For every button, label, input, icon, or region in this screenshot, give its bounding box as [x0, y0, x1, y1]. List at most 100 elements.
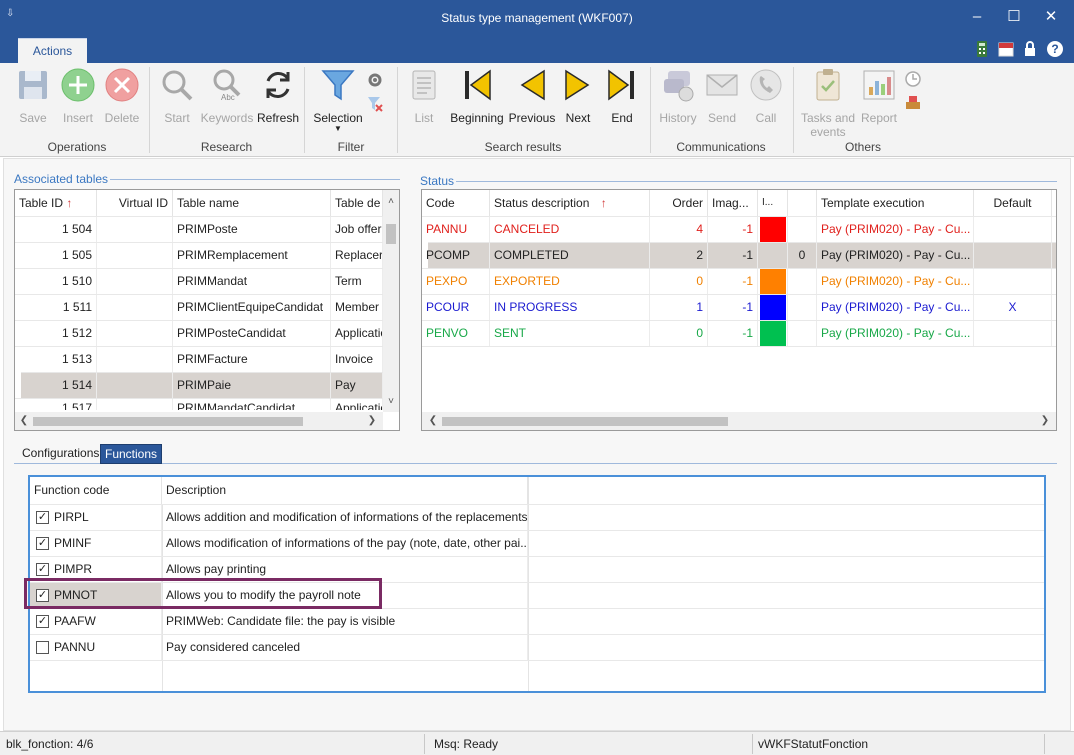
title-bar: ⇩ Status type management (WKF007) – ☐ ✕: [0, 0, 1074, 36]
function-row[interactable]: ✓ PIRPL Allows addition and modification o…: [30, 504, 1044, 530]
function-checkbox[interactable]: ✓: [36, 511, 49, 524]
status-row[interactable]: PENVO SENT 0 -1 Pay (PRIM020) - Pay - Cu...: [422, 320, 1056, 346]
table-row[interactable]: 1 510 PRIMMandat Term: [15, 268, 383, 294]
scroll-left-arrow[interactable]: ❮: [17, 415, 31, 426]
status-cell-desc: SENT: [490, 321, 650, 346]
scroll-thumb[interactable]: [33, 417, 303, 426]
help-icon[interactable]: ?: [1046, 40, 1064, 58]
col-table-description[interactable]: Table de: [331, 190, 383, 216]
table-row[interactable]: 1 504 PRIMPoste Job offer: [15, 216, 383, 242]
delete-button[interactable]: Delete: [102, 67, 142, 125]
status-cell-code: PEXPO: [422, 269, 490, 294]
associated-tables-title: Associated tables: [12, 172, 111, 186]
scroll-thumb[interactable]: [386, 224, 396, 244]
next-button[interactable]: Next: [560, 67, 596, 125]
status-view-name: vWKFStatutFonction: [758, 737, 869, 751]
clear-filter-icon[interactable]: [366, 95, 384, 113]
call-button[interactable]: Call: [748, 67, 784, 125]
function-checkbox[interactable]: [36, 641, 49, 654]
table-row[interactable]: 1 511 PRIMClientEquipeCandidat Member: [15, 294, 383, 320]
scroll-left-arrow[interactable]: ❮: [426, 415, 440, 426]
status-row[interactable]: PANNU CANCELED 4 -1 Pay (PRIM020) - Pay - Cu…: [422, 216, 1056, 242]
function-checkbox[interactable]: ✓: [36, 563, 49, 576]
tab-functions[interactable]: Functions: [100, 444, 163, 464]
function-code-cell: ✓ PIRPL: [30, 505, 162, 530]
status-cell-order: 4: [650, 217, 708, 242]
col-template-execution[interactable]: Template execution: [817, 190, 974, 216]
status-row[interactable]: PEXPO EXPORTED 0 -1 Pay (PRIM020) - Pay - Cu…: [422, 268, 1056, 294]
col-code[interactable]: Code: [422, 190, 490, 216]
list-button[interactable]: List: [406, 67, 442, 125]
col-table-name[interactable]: Table name: [173, 190, 331, 216]
function-checkbox[interactable]: ✓: [36, 615, 49, 628]
col-blank[interactable]: [788, 190, 817, 216]
inbox-tray-icon[interactable]: [904, 93, 922, 111]
function-row[interactable]: ✓ PMINF Allows modification of information…: [30, 530, 1044, 556]
calendar-icon[interactable]: [997, 40, 1015, 58]
col-table-id[interactable]: Table ID ↑: [15, 190, 97, 216]
function-row[interactable]: PANNU Pay considered canceled: [30, 634, 1044, 660]
clock-icon[interactable]: [904, 70, 922, 88]
refresh-button[interactable]: Refresh: [256, 67, 300, 125]
function-code: PMINF: [54, 536, 92, 550]
table-row-selected[interactable]: 1 514 PRIMPaie Pay: [21, 372, 383, 398]
keywords-button[interactable]: Abc Keywords: [200, 67, 254, 125]
save-button[interactable]: Save: [14, 67, 52, 125]
sort-asc-icon: ↑: [66, 196, 73, 210]
group-operations-label: Operations: [47, 140, 107, 154]
status-row-selected[interactable]: PCOMP COMPLETED 2 -1 0 Pay (PRIM020) - Pay - …: [426, 242, 1056, 268]
table-row[interactable]: 1 505 PRIMRemplacement Replacer: [15, 242, 383, 268]
scroll-up-arrow[interactable]: ˄: [384, 196, 398, 207]
col-order[interactable]: Order: [650, 190, 708, 216]
end-button[interactable]: End: [603, 67, 641, 125]
horizontal-scrollbar[interactable]: ❮ ❯: [422, 412, 1056, 430]
col-default[interactable]: Default: [974, 190, 1052, 216]
vertical-scrollbar[interactable]: ˄ ˅: [383, 190, 399, 412]
scroll-right-arrow[interactable]: ❯: [365, 415, 379, 426]
tab-actions[interactable]: Actions: [18, 38, 87, 63]
tasks-and-events-button[interactable]: Tasks and events: [800, 67, 856, 139]
tab-configurations[interactable]: Configurations: [18, 444, 103, 464]
send-button[interactable]: Send: [704, 67, 740, 125]
col-color[interactable]: I...: [758, 190, 788, 216]
col-function-description[interactable]: Description: [162, 477, 528, 504]
col-image[interactable]: Imag...: [708, 190, 758, 216]
filter-settings-icon[interactable]: [366, 71, 384, 89]
close-button[interactable]: ✕: [1036, 6, 1066, 28]
col-virtual-id[interactable]: Virtual ID: [97, 190, 173, 216]
selection-button[interactable]: Selection ▼: [312, 67, 364, 133]
horizontal-scrollbar[interactable]: ❮ ❯: [15, 412, 383, 430]
function-row-empty: [30, 660, 1044, 686]
minimize-button[interactable]: –: [962, 6, 992, 28]
status-color-swatch: [758, 243, 788, 268]
table-row[interactable]: 1 517 PRIMMandatCandidat Applicatio: [15, 398, 383, 410]
status-row[interactable]: PCOUR IN PROGRESS 1 -1 Pay (PRIM020) - Pay -…: [422, 294, 1056, 320]
col-status-description[interactable]: Status description ↑: [490, 190, 650, 216]
function-row[interactable]: ✓ PAAFW PRIMWeb: Candidate file: the pay i…: [30, 608, 1044, 634]
status-cell-badge: 0: [788, 243, 817, 268]
scroll-right-arrow[interactable]: ❯: [1038, 415, 1052, 426]
maximize-button[interactable]: ☐: [999, 6, 1029, 28]
history-button[interactable]: History: [656, 67, 700, 125]
group-research-label: Research: [200, 140, 253, 154]
status-cell-image: -1: [708, 295, 758, 320]
status-cell-order: 0: [650, 269, 708, 294]
table-row[interactable]: 1 512 PRIMPosteCandidat Applicatio: [15, 320, 383, 346]
calculator-icon[interactable]: [973, 40, 991, 58]
report-button[interactable]: Report: [859, 67, 899, 125]
beginning-button[interactable]: Beginning: [448, 67, 506, 125]
ribbon-separator: [304, 67, 305, 153]
lock-icon[interactable]: [1021, 40, 1039, 58]
status-bar: blk_fonction: 4/6 Msq: Ready vWKFStatutF…: [0, 731, 1074, 755]
col-function-code[interactable]: Function code: [30, 477, 162, 504]
status-cell-badge: [788, 321, 817, 346]
scroll-down-arrow[interactable]: ˅: [384, 396, 398, 407]
previous-button[interactable]: Previous: [508, 67, 556, 125]
table-row[interactable]: 1 513 PRIMFacture Invoice: [15, 346, 383, 372]
insert-button[interactable]: Insert: [58, 67, 98, 125]
status-cell-badge: [788, 295, 817, 320]
start-button[interactable]: Start: [158, 67, 196, 125]
status-cell-order: 2: [650, 243, 708, 268]
function-checkbox[interactable]: ✓: [36, 537, 49, 550]
scroll-thumb[interactable]: [442, 417, 728, 426]
